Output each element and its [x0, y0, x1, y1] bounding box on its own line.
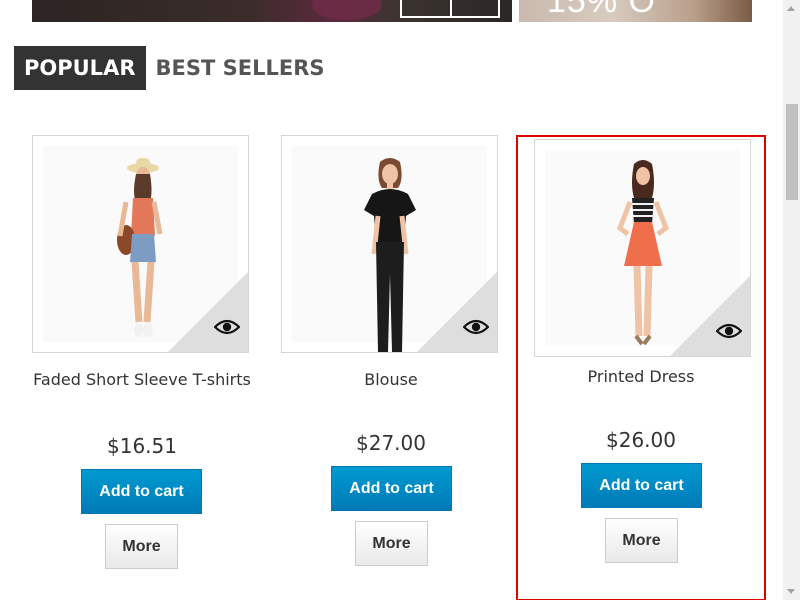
product-name[interactable]: Faded Short Sleeve T-shirts — [32, 368, 252, 391]
quick-view-corner[interactable] — [417, 272, 497, 352]
product-name[interactable]: Blouse — [281, 368, 501, 391]
model-figure — [116, 158, 162, 337]
promo-banner-right[interactable]: 15% O — [519, 0, 752, 22]
product-image-printed-dress[interactable] — [534, 139, 751, 357]
scroll-thumb[interactable] — [786, 104, 798, 200]
eye-icon[interactable] — [214, 318, 240, 336]
tab-popular[interactable]: POPULAR — [14, 46, 146, 90]
eye-icon[interactable] — [463, 318, 489, 336]
product-price: $26.00 — [606, 428, 676, 452]
more-button[interactable]: More — [605, 518, 678, 563]
product-image-faded-tshirt[interactable] — [32, 135, 249, 353]
promo-banner-text: 15% O — [547, 0, 656, 20]
product-name[interactable]: Printed Dress — [531, 365, 751, 388]
banner-button-frame[interactable] — [400, 0, 500, 18]
eye-icon[interactable] — [716, 322, 742, 340]
model-figure — [616, 160, 669, 346]
banner-button-divider — [450, 0, 452, 16]
quick-view-corner[interactable] — [168, 272, 248, 352]
quick-view-corner[interactable] — [670, 276, 750, 356]
more-button[interactable]: More — [355, 521, 428, 566]
banner-model-image — [312, 0, 382, 20]
product-price: $27.00 — [356, 431, 426, 455]
add-to-cart-button[interactable]: Add to cart — [331, 466, 452, 511]
product-price: $16.51 — [107, 434, 177, 458]
add-to-cart-button[interactable]: Add to cart — [81, 469, 202, 514]
product-image-blouse[interactable] — [281, 135, 498, 353]
scroll-up-arrow-icon[interactable] — [787, 6, 795, 11]
vertical-scrollbar[interactable] — [783, 0, 800, 600]
scroll-down-arrow-icon[interactable] — [787, 589, 795, 594]
tab-best-sellers[interactable]: BEST SELLERS — [146, 46, 335, 90]
promo-banner-left[interactable] — [32, 0, 512, 22]
page: 15% O POPULAR BEST SELLERS Faded Short S… — [0, 0, 800, 600]
product-tabs: POPULAR BEST SELLERS — [14, 46, 334, 90]
add-to-cart-button[interactable]: Add to cart — [581, 463, 702, 508]
more-button[interactable]: More — [105, 524, 178, 569]
